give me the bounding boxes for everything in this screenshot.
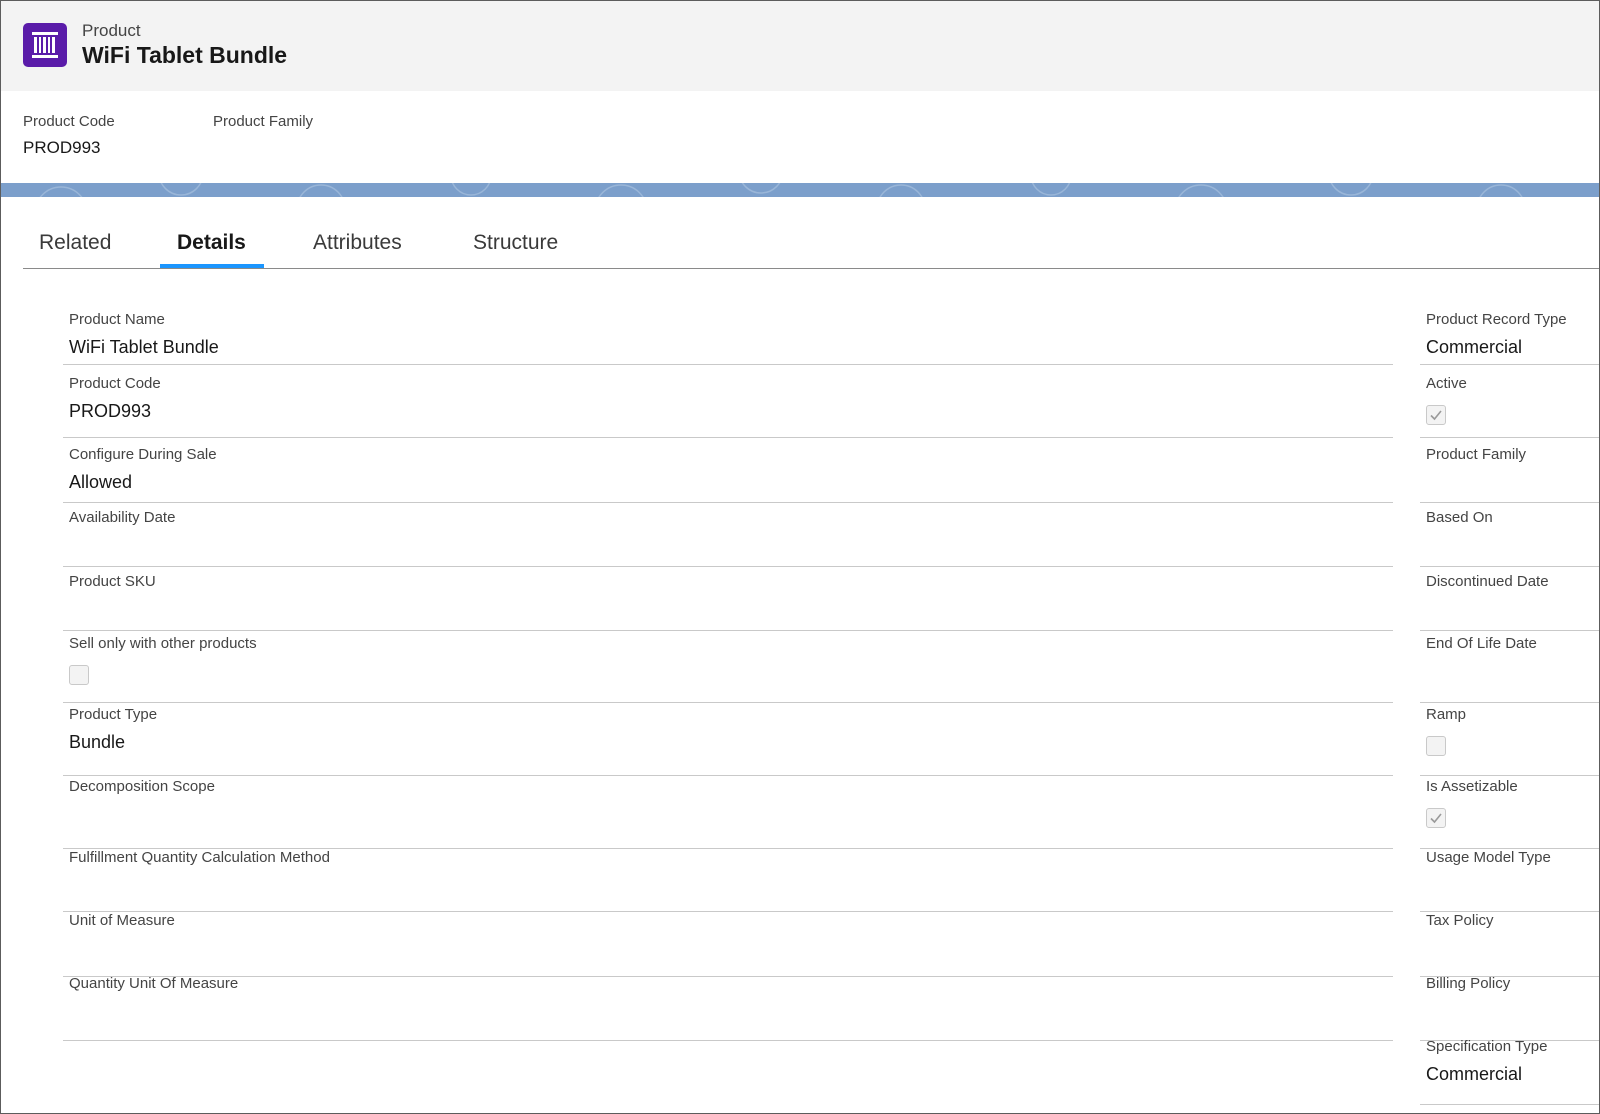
tab-bar: Related Details Attributes Structure	[23, 219, 1599, 269]
detail-field: Specification Type Commercial	[1420, 1030, 1599, 1105]
detail-field: Quantity Unit Of Measure	[63, 967, 1393, 1041]
tab-structure[interactable]: Structure	[473, 231, 558, 267]
highlights-panel: Product Code PROD993 Product Family	[1, 91, 1599, 183]
checkbox-unchecked-icon	[1426, 736, 1446, 756]
detail-field: Based On	[1420, 501, 1599, 567]
detail-field: Decomposition Scope	[63, 770, 1393, 849]
record-page: Product WiFi Tablet Bundle Product Code …	[0, 0, 1600, 1114]
record-object-type: Product	[82, 21, 141, 40]
field-label: Product Type	[69, 706, 158, 723]
field-value: Commercial	[1426, 337, 1523, 357]
detail-field: Discontinued Date	[1420, 565, 1599, 631]
field-value: Commercial	[1426, 1064, 1523, 1084]
record-header: Product WiFi Tablet Bundle	[1, 1, 1599, 91]
highlight-label: Product Code	[23, 113, 115, 130]
field-value: WiFi Tablet Bundle	[69, 337, 219, 357]
field-label: Unit of Measure	[69, 912, 175, 929]
field-label: Billing Policy	[1426, 975, 1511, 992]
detail-field: Product Record Type Commercial	[1420, 303, 1599, 365]
tab-attributes[interactable]: Attributes	[313, 231, 402, 267]
page-title: WiFi Tablet Bundle	[82, 42, 288, 68]
checkbox-checked-icon	[1426, 405, 1446, 425]
field-label: Tax Policy	[1426, 912, 1494, 929]
detail-field: Fulfillment Quantity Calculation Method	[63, 841, 1393, 912]
detail-field: Product Family	[1420, 438, 1599, 503]
highlight-product-code: Product Code PROD993	[23, 113, 115, 158]
field-label: Based On	[1426, 509, 1493, 526]
field-value: Allowed	[69, 472, 133, 492]
field-label: Is Assetizable	[1426, 778, 1518, 795]
field-label: Configure During Sale	[69, 446, 217, 463]
checkbox-unchecked-icon	[69, 665, 89, 685]
field-label: Specification Type	[1426, 1038, 1548, 1055]
field-label: Product Code	[69, 375, 161, 392]
highlight-label: Product Family	[213, 113, 314, 130]
detail-field: Usage Model Type	[1420, 841, 1599, 912]
field-label: Product Record Type	[1426, 311, 1567, 328]
detail-field: Product Code PROD993	[63, 367, 1393, 438]
highlight-value: PROD993	[23, 138, 101, 157]
decorative-band	[1, 183, 1599, 197]
highlight-product-family: Product Family	[213, 113, 313, 138]
detail-field: Is Assetizable	[1420, 770, 1599, 849]
field-label: Product SKU	[69, 573, 156, 590]
tab-details[interactable]: Details	[177, 231, 246, 267]
field-label: Sell only with other products	[69, 635, 257, 652]
detail-field: Availability Date	[63, 501, 1393, 567]
field-label: Discontinued Date	[1426, 573, 1549, 590]
detail-field: Configure During Sale Allowed	[63, 438, 1393, 503]
field-label: Ramp	[1426, 706, 1467, 723]
detail-field: Ramp	[1420, 698, 1599, 776]
checkbox-checked-icon	[1426, 808, 1446, 828]
field-label: Product Name	[69, 311, 165, 328]
detail-field: Product Type Bundle	[63, 698, 1393, 776]
detail-field: Active	[1420, 367, 1599, 438]
field-value: PROD993	[69, 401, 152, 421]
field-label: Product Family	[1426, 446, 1527, 463]
field-label: Usage Model Type	[1426, 849, 1551, 866]
active-tab-indicator	[160, 264, 264, 268]
product-barcode-icon	[23, 23, 67, 67]
detail-field: Product Name WiFi Tablet Bundle	[63, 303, 1393, 365]
field-value: Bundle	[69, 732, 126, 752]
field-label: Quantity Unit Of Measure	[69, 975, 239, 992]
detail-field: Sell only with other products	[63, 627, 1393, 703]
field-label: End Of Life Date	[1426, 635, 1537, 652]
detail-field: End Of Life Date	[1420, 627, 1599, 703]
field-label: Fulfillment Quantity Calculation Method	[69, 849, 330, 866]
field-label: Availability Date	[69, 509, 176, 526]
field-label: Decomposition Scope	[69, 778, 215, 795]
detail-field: Product SKU	[63, 565, 1393, 631]
tab-related[interactable]: Related	[39, 231, 111, 267]
field-label: Active	[1426, 375, 1467, 392]
